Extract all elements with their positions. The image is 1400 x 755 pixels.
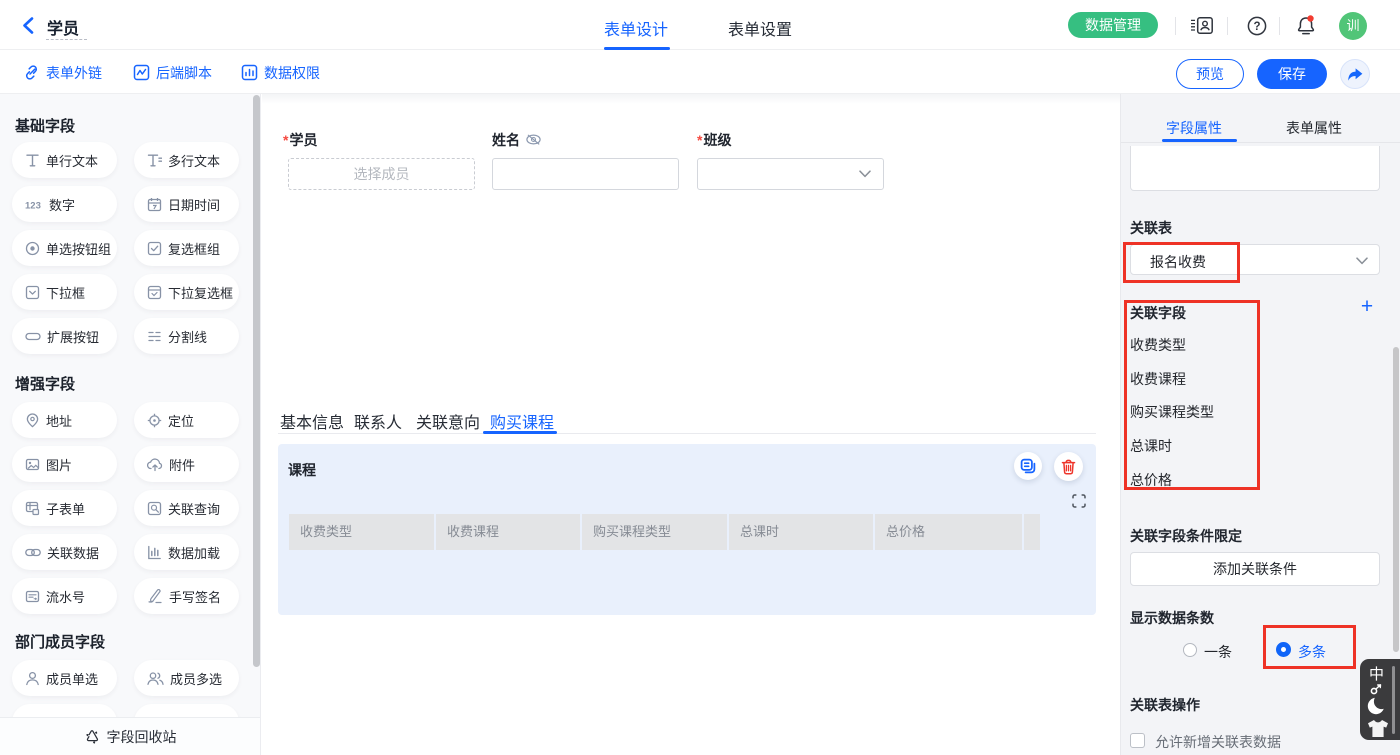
svg-text:123: 123 — [25, 200, 41, 211]
svg-text:?: ? — [1253, 21, 1260, 33]
